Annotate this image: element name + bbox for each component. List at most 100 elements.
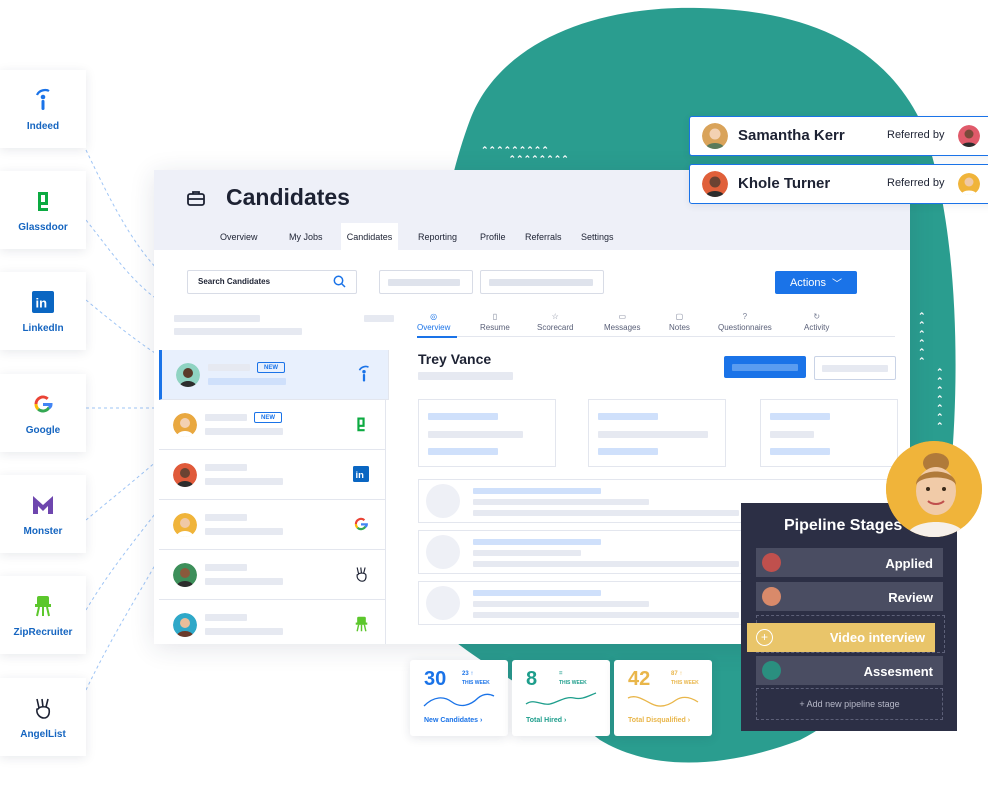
tab-resume[interactable]: ▯ Resume xyxy=(480,312,510,332)
stat-card-total-hired[interactable]: 8 = THIS WEEK Total Hired › xyxy=(512,660,610,736)
secondary-action-button[interactable] xyxy=(814,356,896,380)
stat-value: 30 xyxy=(424,668,447,690)
stage-label: Applied xyxy=(885,556,933,571)
indeed-icon xyxy=(354,364,374,384)
source-label: AngelList xyxy=(20,728,66,740)
referral-name: Khole Turner xyxy=(738,175,831,192)
source-label: Glassdoor xyxy=(18,221,68,233)
new-badge: NEW xyxy=(254,412,282,423)
tab-questionnaires[interactable]: ? Questionnaires xyxy=(718,312,772,332)
stat-period: THIS WEEK xyxy=(559,680,587,686)
pipeline-stage-applied[interactable]: Applied xyxy=(756,548,943,577)
page-title: Candidates xyxy=(226,184,350,210)
search-icon[interactable] xyxy=(333,275,346,293)
pipeline-stage-assesment[interactable]: Assesment xyxy=(756,656,943,685)
pipeline-stage-review[interactable]: Review xyxy=(756,582,943,611)
stat-delta: 23 ↑ xyxy=(462,671,474,677)
tab-overview[interactable]: ◎ Overview xyxy=(417,312,450,332)
tab-messages[interactable]: ▭ Messages xyxy=(604,312,640,332)
stat-label[interactable]: Total Disqualified › xyxy=(628,717,690,724)
nav-referrals[interactable]: Referrals xyxy=(516,223,571,250)
source-card-glassdoor[interactable]: Glassdoor xyxy=(0,171,86,249)
stat-card-total-disqualified[interactable]: 42 87 ↑ THIS WEEK Total Disqualified › xyxy=(614,660,712,736)
google-icon xyxy=(351,514,371,534)
candidate-row[interactable] xyxy=(159,600,386,644)
referral-card[interactable]: Samantha Kerr Referred by xyxy=(689,116,988,156)
candidate-row[interactable]: NEW xyxy=(159,400,386,450)
source-card-monster[interactable]: Monster xyxy=(0,475,86,553)
referrer-avatar xyxy=(958,125,980,147)
referrer-avatar xyxy=(958,173,980,195)
svg-text:in: in xyxy=(356,470,365,481)
primary-action-button[interactable] xyxy=(724,356,806,378)
source-card-angellist[interactable]: AngelList xyxy=(0,678,86,756)
chevron-right-icon: › xyxy=(687,717,691,724)
candidate-row[interactable] xyxy=(159,550,386,600)
svg-text:in: in xyxy=(36,295,48,310)
source-card-indeed[interactable]: Indeed xyxy=(0,70,86,148)
filter-dropdown-1[interactable] xyxy=(379,270,473,294)
decorative-carets-right2: ⌃ ⌃ ⌃ ⌃ ⌃ ⌃ ⌃ xyxy=(936,367,944,431)
chevron-right-icon: › xyxy=(480,717,483,724)
info-box xyxy=(588,399,726,467)
stat-label[interactable]: Total Hired › xyxy=(526,717,566,724)
sparkline xyxy=(423,693,495,707)
sparkline xyxy=(627,696,699,707)
referred-by-label: Referred by xyxy=(887,129,945,141)
actions-button[interactable]: Actions ﹀ xyxy=(775,271,857,294)
tab-activity[interactable]: ↻ Activity xyxy=(804,312,829,332)
glassdoor-icon xyxy=(351,414,371,434)
nav-my-jobs[interactable]: My Jobs xyxy=(280,223,332,250)
sparkline xyxy=(525,692,597,705)
nav-profile[interactable]: Profile xyxy=(471,223,515,250)
angellist-icon xyxy=(351,564,371,584)
scorecard-icon: ☆ xyxy=(551,312,559,321)
nav-settings[interactable]: Settings xyxy=(572,223,623,250)
angellist-icon xyxy=(34,695,52,721)
source-label: ZipRecruiter xyxy=(13,626,73,638)
chevron-right-icon: › xyxy=(564,717,567,724)
refresh-icon: ↻ xyxy=(813,312,821,321)
nav-overview[interactable]: Overview xyxy=(211,223,267,250)
search-input[interactable]: Search Candidates xyxy=(187,270,357,294)
stat-label[interactable]: New Candidates › xyxy=(424,717,482,724)
tab-divider xyxy=(417,336,895,337)
nav-reporting[interactable]: Reporting xyxy=(409,223,466,250)
avatar xyxy=(173,613,197,637)
stat-card-new-candidates[interactable]: 30 23 ↑ THIS WEEK New Candidates › xyxy=(410,660,508,736)
pipeline-stages-panel: Pipeline Stages Applied Review + Video i… xyxy=(741,503,957,731)
tab-notes[interactable]: ▢ Notes xyxy=(669,312,690,332)
stat-period: THIS WEEK xyxy=(462,680,490,686)
referred-by-label: Referred by xyxy=(887,177,945,189)
avatar xyxy=(702,123,728,149)
resume-icon: ▯ xyxy=(492,312,498,321)
source-card-google[interactable]: Google xyxy=(0,374,86,452)
notes-icon: ▢ xyxy=(675,312,684,321)
list-header-placeholder xyxy=(174,328,302,335)
linkedin-icon: in xyxy=(32,289,54,315)
candidate-row[interactable] xyxy=(159,500,386,550)
stat-value: 8 xyxy=(526,668,538,690)
source-card-ziprecruiter[interactable]: ZipRecruiter xyxy=(0,576,86,654)
source-label: Monster xyxy=(23,525,63,537)
add-pipeline-stage-button[interactable]: + Add new pipeline stage xyxy=(756,688,943,720)
question-icon: ? xyxy=(742,312,748,321)
linkedin-icon: in xyxy=(351,464,371,484)
ziprecruiter-icon xyxy=(351,614,371,634)
list-header-placeholder xyxy=(174,315,260,322)
candidate-name: Trey Vance xyxy=(418,351,492,367)
tab-active-indicator xyxy=(417,336,457,338)
overview-icon: ◎ xyxy=(430,312,438,321)
candidate-row[interactable]: in xyxy=(159,450,386,500)
stage-label: Assesment xyxy=(863,664,933,679)
tab-scorecard[interactable]: ☆ Scorecard xyxy=(537,312,573,332)
filter-dropdown-2[interactable] xyxy=(480,270,604,294)
pipeline-stage-video-interview[interactable]: + Video interview xyxy=(747,623,935,652)
stage-color-dot xyxy=(762,587,781,606)
referral-card[interactable]: Khole Turner Referred by xyxy=(689,164,988,204)
actions-label: Actions xyxy=(789,276,827,289)
source-card-linkedin[interactable]: in LinkedIn xyxy=(0,272,86,350)
candidate-row[interactable]: NEW xyxy=(159,350,389,400)
avatar xyxy=(173,513,197,537)
nav-candidates[interactable]: Candidates xyxy=(341,223,398,250)
